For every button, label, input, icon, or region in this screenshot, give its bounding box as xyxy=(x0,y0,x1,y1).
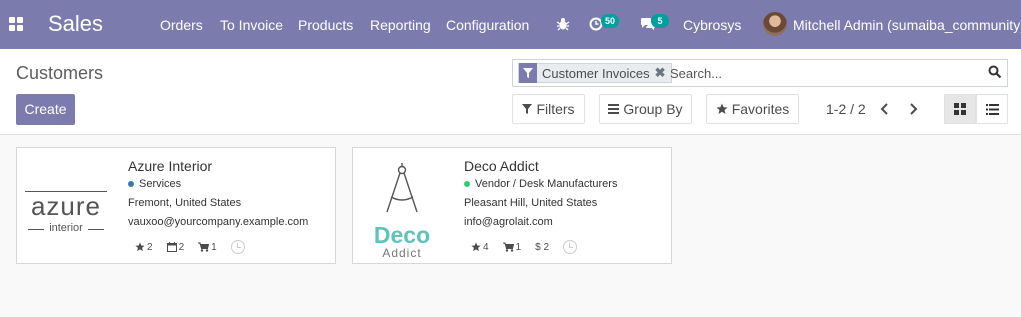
activity-count-badge: 50 xyxy=(601,14,620,28)
logo-subword: interior xyxy=(49,222,83,234)
customer-name: Azure Interior xyxy=(128,158,213,174)
compass-logo-icon xyxy=(386,163,418,213)
card-stats: 4 1 $ 2 xyxy=(471,240,578,254)
opportunities-count: 2 xyxy=(147,241,153,253)
debug-bug-icon[interactable] xyxy=(556,17,570,31)
customer-card-azure-interior[interactable]: azure interior Azure Interior Services F… xyxy=(16,147,336,264)
filter-icon xyxy=(522,104,533,114)
invoiced-amount: $ 2 xyxy=(535,241,550,253)
company-logo: Deco Addict xyxy=(361,158,443,260)
menu-to-invoice[interactable]: To Invoice xyxy=(220,17,283,33)
customer-address: Fremont, United States xyxy=(128,197,242,209)
star-icon xyxy=(135,242,145,252)
list-view-button[interactable] xyxy=(976,94,1008,124)
meetings-count: 2 xyxy=(178,241,185,253)
top-navbar: Sales Orders To Invoice Products Reporti… xyxy=(0,0,1021,49)
category-tag: Vendor / Desk Manufacturers xyxy=(464,178,617,190)
favorites-button[interactable]: Favorites xyxy=(706,94,799,124)
sales-stat[interactable]: 1 xyxy=(198,242,217,253)
menu-reporting[interactable]: Reporting xyxy=(370,17,431,33)
search-icon[interactable] xyxy=(988,65,1002,79)
filters-button[interactable]: Filters xyxy=(512,94,585,124)
favorites-label: Favorites xyxy=(731,101,790,117)
activity-clock-icon[interactable] xyxy=(563,240,578,254)
facet-value: Customer Invoices xyxy=(542,65,650,81)
calendar-icon xyxy=(166,242,177,252)
customer-name: Deco Addict xyxy=(464,158,539,174)
sales-stat[interactable]: 1 xyxy=(502,241,522,253)
control-panel: Customers Create Customer Invoices ✖ Fil… xyxy=(0,49,1021,135)
group-by-label: Group By xyxy=(623,101,683,117)
pager-previous-icon[interactable] xyxy=(880,103,890,115)
search-input[interactable] xyxy=(670,64,970,82)
search-facet: Customer Invoices ✖ xyxy=(518,62,672,83)
user-menu[interactable]: Mitchell Admin (sumaiba_community) xyxy=(793,17,1021,33)
user-avatar[interactable] xyxy=(763,12,787,36)
opportunities-count: 4 xyxy=(483,241,489,253)
card-stats: 2 2 1 xyxy=(135,240,245,254)
category-tag: Services xyxy=(128,178,181,190)
customer-address: Pleasant Hill, United States xyxy=(464,197,598,209)
create-button[interactable]: Create xyxy=(16,94,75,125)
filter-funnel-icon xyxy=(519,62,537,83)
search-bar[interactable]: Customer Invoices ✖ xyxy=(512,59,1008,87)
sales-count: 1 xyxy=(515,241,522,253)
meetings-stat[interactable]: 2 xyxy=(166,241,185,253)
filters-label: Filters xyxy=(536,101,575,117)
invoiced-stat[interactable]: $ 2 xyxy=(535,242,549,253)
remove-facet-icon[interactable]: ✖ xyxy=(655,65,671,81)
tag-label: Vendor / Desk Manufacturers xyxy=(475,178,618,190)
messages-count-badge: 5 xyxy=(651,14,669,28)
sales-count: 1 xyxy=(211,241,217,253)
cart-icon xyxy=(198,242,210,252)
logo-subword: Addict xyxy=(382,246,422,260)
menu-configuration[interactable]: Configuration xyxy=(446,17,529,33)
list-icon xyxy=(985,103,999,115)
pager-value[interactable]: 1-2 / 2 xyxy=(826,101,866,117)
opportunities-stat[interactable]: 4 xyxy=(471,242,489,253)
customer-email: info@agrolait.com xyxy=(464,216,553,228)
customer-card-deco-addict[interactable]: Deco Addict Deco Addict Vendor / Desk Ma… xyxy=(352,147,672,264)
tag-label: Services xyxy=(139,178,182,190)
app-name[interactable]: Sales xyxy=(48,11,103,37)
pager-next-icon[interactable] xyxy=(908,103,918,115)
activity-clock-icon[interactable] xyxy=(230,240,245,254)
star-icon xyxy=(716,103,728,114)
company-switcher[interactable]: Cybrosys xyxy=(683,17,741,33)
cart-icon xyxy=(502,242,514,252)
menu-orders[interactable]: Orders xyxy=(160,17,203,33)
opportunities-stat[interactable]: 2 xyxy=(135,242,153,253)
group-by-bars-icon xyxy=(608,104,620,114)
logo-word: azure xyxy=(30,191,102,221)
tag-color-dot xyxy=(128,181,134,187)
menu-products[interactable]: Products xyxy=(298,17,353,33)
kanban-grid-icon xyxy=(954,103,966,115)
apps-menu-icon[interactable] xyxy=(9,17,23,31)
page-title: Customers xyxy=(16,63,104,83)
customer-email: vauxoo@yourcompany.example.com xyxy=(128,216,309,228)
tag-color-dot xyxy=(464,181,470,187)
group-by-button[interactable]: Group By xyxy=(599,94,692,124)
company-logo: azure interior xyxy=(25,158,107,253)
kanban-view-button[interactable] xyxy=(944,94,976,124)
logo-word: Deco xyxy=(373,222,431,248)
star-icon xyxy=(471,242,481,252)
